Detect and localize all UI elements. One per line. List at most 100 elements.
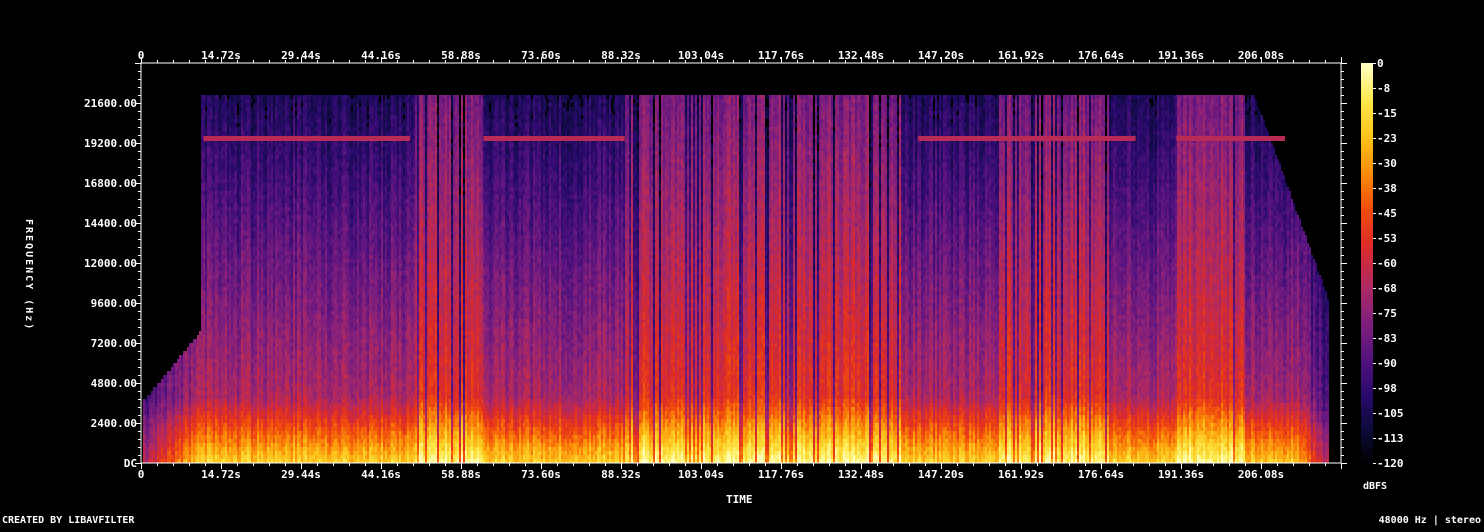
- colorbar-segment: [1361, 303, 1373, 308]
- colorbar-segment: [1361, 371, 1373, 376]
- colorbar-segment: [1361, 195, 1373, 200]
- colorbar-segment: [1361, 255, 1373, 260]
- colorbar-segment: [1361, 63, 1373, 68]
- x-tick-label: 29.44s: [281, 49, 321, 62]
- colorbar-segment: [1361, 451, 1373, 456]
- colorbar-segment: [1361, 127, 1373, 132]
- colorbar-segment: [1361, 295, 1373, 300]
- tone-line: [483, 136, 624, 141]
- colorbar-tick-label: -120: [1377, 457, 1404, 470]
- colorbar-segment: [1361, 155, 1373, 160]
- colorbar-segment: [1361, 95, 1373, 100]
- colorbar-segment: [1361, 391, 1373, 396]
- colorbar-tick-label: -105: [1377, 407, 1404, 420]
- x-tick-label: 191.36s: [1158, 49, 1204, 62]
- colorbar-segment: [1361, 327, 1373, 332]
- colorbar-tick-label: -60: [1377, 257, 1397, 270]
- colorbar-segment: [1361, 147, 1373, 152]
- colorbar-segment: [1361, 215, 1373, 220]
- tone-line: [204, 136, 411, 141]
- sample-rate-info: 48000 Hz | stereo: [1379, 515, 1481, 526]
- colorbar-segment: [1361, 279, 1373, 284]
- colorbar-segment: [1361, 239, 1373, 244]
- colorbar-tick-label: -8: [1377, 82, 1390, 95]
- x-tick-label: 58.88s: [441, 468, 481, 481]
- x-tick-label: 176.64s: [1078, 49, 1124, 62]
- x-tick-label: 73.60s: [521, 49, 561, 62]
- y-tick-label: 9600.00: [91, 297, 137, 310]
- colorbar-tick-label: -68: [1377, 282, 1397, 295]
- x-axis-bottom: 014.72s29.44s44.16s58.88s73.60s88.32s103…: [138, 463, 1342, 481]
- colorbar-segment: [1361, 415, 1373, 420]
- colorbar-segment: [1361, 123, 1373, 128]
- colorbar-tick-label: -45: [1377, 207, 1397, 220]
- y-tick-label: 16800.00: [84, 177, 137, 190]
- colorbar-segment: [1361, 107, 1373, 112]
- colorbar-segment: [1361, 447, 1373, 452]
- colorbar-segment: [1361, 343, 1373, 348]
- colorbar-segment: [1361, 251, 1373, 256]
- colorbar-segment: [1361, 379, 1373, 384]
- y-tick-label: DC: [124, 457, 137, 470]
- colorbar-segment: [1361, 87, 1373, 92]
- colorbar-tick-label: -30: [1377, 157, 1397, 170]
- colorbar-segment: [1361, 411, 1373, 416]
- tone-line: [1176, 136, 1285, 141]
- colorbar-segment: [1361, 387, 1373, 392]
- x-tick-label: 132.48s: [838, 49, 884, 62]
- y-tick-label: 7200.00: [91, 337, 137, 350]
- colorbar-tick-label: 0: [1377, 57, 1384, 70]
- colorbar-segment: [1361, 79, 1373, 84]
- colorbar-segment: [1361, 231, 1373, 236]
- colorbar-segment: [1361, 143, 1373, 148]
- colorbar-segment: [1361, 275, 1373, 280]
- colorbar: 0-8-15-23-30-38-45-53-60-68-75-83-90-98-…: [1361, 57, 1404, 470]
- colorbar-segment: [1361, 459, 1373, 464]
- colorbar-segment: [1361, 171, 1373, 176]
- colorbar-segment: [1361, 103, 1373, 108]
- x-tick-label: 44.16s: [361, 468, 401, 481]
- colorbar-segment: [1361, 271, 1373, 276]
- x-tick-label: 88.32s: [601, 49, 641, 62]
- colorbar-segment: [1361, 347, 1373, 352]
- colorbar-segment: [1361, 395, 1373, 400]
- x-tick-label: 44.16s: [361, 49, 401, 62]
- colorbar-segment: [1361, 159, 1373, 164]
- colorbar-segment: [1361, 235, 1373, 240]
- colorbar-segment: [1361, 219, 1373, 224]
- colorbar-tick-label: -53: [1377, 232, 1397, 245]
- colorbar-segment: [1361, 211, 1373, 216]
- y-tick-label: 12000.00: [84, 257, 137, 270]
- x-tick-label: 73.60s: [521, 468, 561, 481]
- x-tick-label: 161.92s: [998, 468, 1044, 481]
- colorbar-segment: [1361, 207, 1373, 212]
- colorbar-segment: [1361, 399, 1373, 404]
- colorbar-segment: [1361, 111, 1373, 116]
- x-tick-label: 206.08s: [1238, 49, 1284, 62]
- y-axis-label: FREQUENCY (Hz): [10, 205, 34, 345]
- colorbar-tick-label: -98: [1377, 382, 1397, 395]
- x-tick-label: 117.76s: [758, 49, 804, 62]
- colorbar-segment: [1361, 183, 1373, 188]
- spectrogram-figure: 014.72s29.44s44.16s58.88s73.60s88.32s103…: [0, 0, 1484, 528]
- colorbar-segment: [1361, 187, 1373, 192]
- colorbar-segment: [1361, 203, 1373, 208]
- spectrogram-chart: 014.72s29.44s44.16s58.88s73.60s88.32s103…: [0, 0, 1484, 528]
- colorbar-segment: [1361, 419, 1373, 424]
- colorbar-label: dBFS: [1363, 481, 1387, 492]
- colorbar-segment: [1361, 335, 1373, 340]
- colorbar-segment: [1361, 319, 1373, 324]
- spectrogram-heatmap: [143, 95, 1329, 463]
- colorbar-segment: [1361, 139, 1373, 144]
- colorbar-segment: [1361, 427, 1373, 432]
- colorbar-segment: [1361, 443, 1373, 448]
- x-axis-top: 014.72s29.44s44.16s58.88s73.60s88.32s103…: [138, 49, 1342, 63]
- tone-line: [918, 136, 1135, 141]
- colorbar-segment: [1361, 351, 1373, 356]
- colorbar-segment: [1361, 283, 1373, 288]
- colorbar-segment: [1361, 91, 1373, 96]
- colorbar-segment: [1361, 407, 1373, 412]
- colorbar-tick-label: -113: [1377, 432, 1404, 445]
- colorbar-segment: [1361, 247, 1373, 252]
- colorbar-segment: [1361, 163, 1373, 168]
